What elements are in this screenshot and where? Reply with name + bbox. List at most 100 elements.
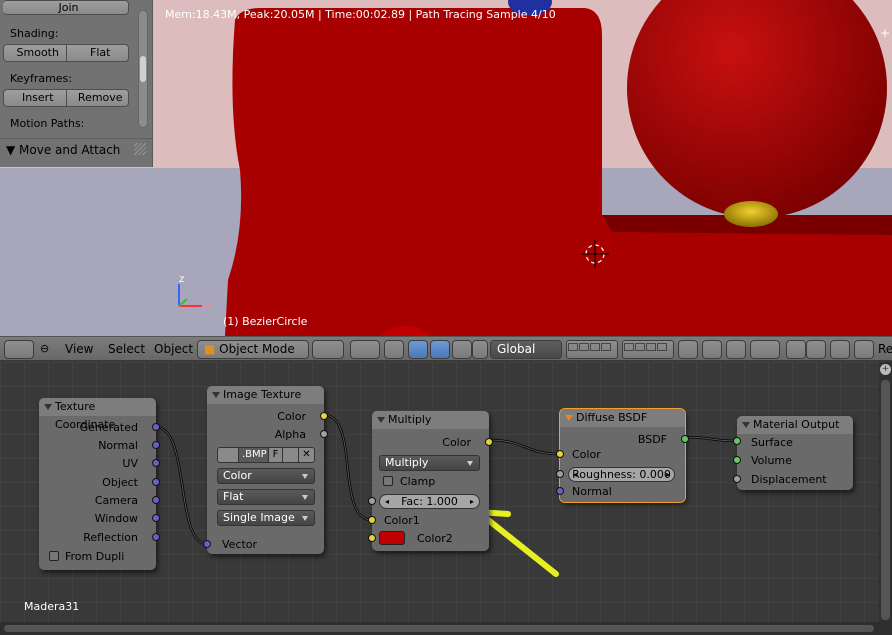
from-dupli-checkbox[interactable]: [49, 551, 59, 561]
smooth-button[interactable]: Smooth: [3, 44, 67, 62]
texture-coordinate-node[interactable]: Texture Coordinate Generated Normal UV O…: [39, 398, 160, 570]
increment-arrow-icon[interactable]: ▸: [470, 495, 474, 508]
output-alpha: Alpha: [274, 428, 306, 441]
vertical-scrollbar[interactable]: +: [879, 362, 892, 622]
socket-image-color[interactable]: [320, 412, 328, 420]
render-options-icon[interactable]: [854, 340, 874, 359]
pause-icon[interactable]: [830, 340, 850, 359]
multiply-title[interactable]: Multiply: [372, 411, 489, 429]
image-filename-field[interactable]: .BMP: [239, 447, 269, 463]
socket-image-alpha[interactable]: [320, 430, 328, 438]
pivot-point-icon[interactable]: [350, 340, 380, 359]
layer-buttons-group-1[interactable]: [566, 340, 618, 359]
remove-keyframe-button[interactable]: Remove: [66, 89, 129, 107]
snap-icon[interactable]: [472, 340, 488, 359]
floor-plane: [0, 168, 892, 336]
fake-user-button[interactable]: F: [269, 447, 283, 463]
diffuse-bsdf-title[interactable]: Diffuse BSDF: [560, 409, 685, 427]
increment-arrow-icon[interactable]: ▸: [666, 468, 670, 481]
rotate-manipulator-icon[interactable]: [430, 340, 450, 359]
socket-roughness-input[interactable]: [556, 470, 564, 478]
join-button[interactable]: Join: [3, 0, 129, 15]
multiply-node[interactable]: Multiply Color Multiply Clamp ◂ Fac: 1.0…: [368, 411, 493, 551]
socket-reflection[interactable]: [152, 533, 160, 541]
material-output-node[interactable]: Material Output Surface Volume Displacem…: [733, 416, 853, 490]
socket-fac-input[interactable]: [368, 497, 376, 505]
select-menu[interactable]: Select: [108, 342, 145, 356]
keyframes-label: Keyframes:: [10, 72, 72, 85]
lock-camera-icon[interactable]: [678, 340, 698, 359]
insert-keyframe-button[interactable]: Insert: [3, 89, 67, 107]
scrollbar-thumb[interactable]: [140, 56, 146, 82]
from-dupli-label: From Dupli: [65, 550, 125, 563]
horizontal-scrollbar[interactable]: [0, 622, 892, 635]
drag-handle-icon[interactable]: [134, 143, 146, 155]
shading-label: Shading:: [10, 27, 59, 40]
color-space-select[interactable]: Color: [217, 468, 315, 484]
vertical-scrollbar-thumb[interactable]: [881, 380, 890, 620]
tool-shelf-scrollbar[interactable]: [138, 10, 148, 128]
move-and-attach-panel[interactable]: ▼ Move and Attach: [0, 138, 152, 162]
decrement-arrow-icon[interactable]: ◂: [573, 468, 577, 481]
socket-color1-input[interactable]: [368, 516, 376, 524]
view-menu[interactable]: View: [65, 342, 93, 356]
snap-element-icon[interactable]: [750, 340, 780, 359]
add-icon[interactable]: +: [880, 364, 891, 375]
socket-normal-input[interactable]: [556, 487, 564, 495]
socket-volume-input[interactable]: [733, 456, 741, 464]
socket-camera[interactable]: [152, 496, 160, 504]
material-output-title[interactable]: Material Output: [737, 416, 853, 434]
open-folder-icon[interactable]: [283, 447, 299, 463]
object-menu[interactable]: Object: [154, 342, 193, 356]
clamp-checkbox[interactable]: [383, 476, 393, 486]
socket-generated[interactable]: [152, 423, 160, 431]
socket-bsdf-output[interactable]: [681, 435, 689, 443]
fac-slider[interactable]: ◂ Fac: 1.000 ▸: [379, 494, 480, 509]
unlink-image-icon[interactable]: ✕: [299, 447, 315, 463]
socket-diffuse-color-input[interactable]: [556, 450, 564, 458]
interpolation-select[interactable]: Flat: [217, 489, 315, 505]
socket-surface-input[interactable]: [733, 437, 741, 445]
node-editor-canvas[interactable]: Texture Coordinate Generated Normal UV O…: [0, 362, 878, 622]
input-volume: Volume: [751, 454, 792, 467]
roughness-slider[interactable]: ◂ Roughness: 0.000 ▸: [568, 467, 675, 482]
scale-manipulator-icon[interactable]: [452, 340, 472, 359]
decrement-arrow-icon[interactable]: ◂: [385, 495, 389, 508]
orientation-selector[interactable]: Global: [490, 340, 562, 359]
diffuse-bsdf-node[interactable]: Diffuse BSDF BSDF Color ◂ Roughness: 0.0…: [556, 408, 689, 503]
socket-displacement-input[interactable]: [733, 475, 741, 483]
horizontal-scrollbar-thumb[interactable]: [4, 625, 874, 632]
socket-normal[interactable]: [152, 441, 160, 449]
source-select[interactable]: Single Image: [217, 510, 315, 526]
input-surface: Surface: [751, 436, 793, 449]
color2-swatch[interactable]: [379, 531, 405, 545]
collapse-menu-icon[interactable]: ⊖: [40, 342, 49, 355]
orientation-label: Global: [497, 342, 536, 356]
texture-coordinate-title[interactable]: Texture Coordinate: [39, 398, 156, 431]
proportional-edit-icon[interactable]: [702, 340, 722, 359]
proportional-falloff-icon[interactable]: [726, 340, 746, 359]
socket-color2-input[interactable]: [368, 534, 376, 542]
image-texture-title[interactable]: Image Texture: [207, 386, 324, 404]
layer-buttons-group-2[interactable]: [622, 340, 674, 359]
image-texture-node[interactable]: Image Texture Color Alpha .BMP F ✕ Color…: [203, 386, 328, 554]
image-browse-icon[interactable]: [217, 447, 239, 463]
material-name: Madera31: [24, 600, 80, 613]
translate-manipulator-icon[interactable]: [408, 340, 428, 359]
socket-window[interactable]: [152, 514, 160, 522]
output-bsdf: BSDF: [637, 433, 667, 446]
flat-button[interactable]: Flat: [66, 44, 129, 62]
mode-selector[interactable]: ■ Object Mode: [197, 340, 309, 359]
socket-multiply-output[interactable]: [485, 438, 493, 446]
viewport-shading-icon[interactable]: [312, 340, 344, 359]
render-animation-icon[interactable]: [806, 340, 826, 359]
render-still-icon[interactable]: [786, 340, 806, 359]
blend-type-select[interactable]: Multiply: [379, 455, 480, 471]
manipulator-toggle-icon[interactable]: [384, 340, 404, 359]
socket-object[interactable]: [152, 478, 160, 486]
corner-plus-icon[interactable]: +: [880, 26, 890, 40]
socket-uv[interactable]: [152, 459, 160, 467]
editor-type-icon[interactable]: [4, 340, 34, 359]
truncated-menu[interactable]: Re: [878, 342, 892, 356]
socket-vector-input[interactable]: [203, 540, 211, 548]
